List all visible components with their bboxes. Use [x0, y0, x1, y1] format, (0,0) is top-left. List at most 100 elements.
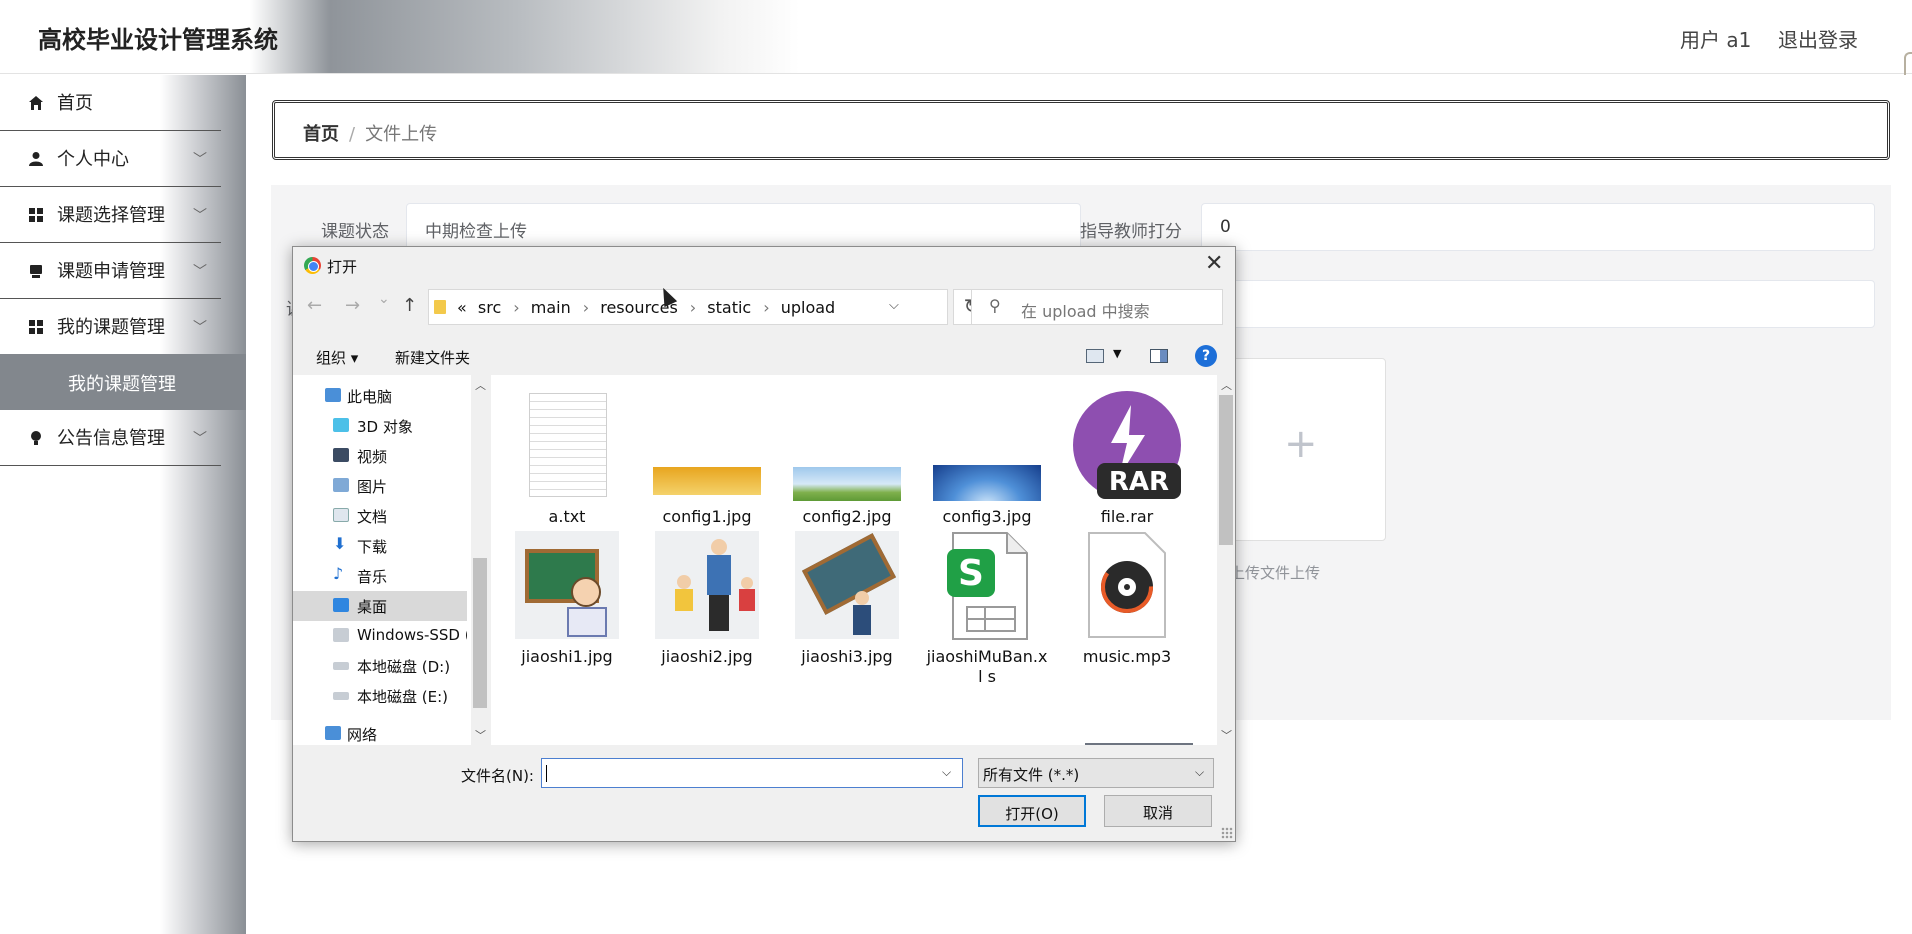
file-item[interactable]: config1.jpg — [637, 383, 777, 526]
file-item[interactable]: music.mp3 — [1057, 531, 1197, 671]
image-thumbnail — [933, 465, 1041, 501]
breadcrumb-current: 文件上传 — [365, 124, 438, 145]
tree-item-label: 音乐 — [357, 568, 388, 586]
file-list: a.txt config1.jpg config2.jpg config3.jp… — [491, 375, 1217, 745]
sidebar-item-topic-selection[interactable]: 课题选择管理 ﹀ — [0, 187, 221, 243]
upload-box[interactable]: + — [1216, 358, 1386, 541]
dialog-toolbar: 组织 ▾ 新建文件夹 ▼ ? — [293, 337, 1235, 375]
svg-text:S: S — [958, 553, 984, 594]
grid-icon — [29, 208, 43, 222]
row2-field[interactable] — [1201, 280, 1875, 328]
tree-item-music[interactable]: ♪ 音乐 — [293, 561, 467, 591]
view-icon[interactable] — [1086, 349, 1104, 363]
up-arrow-icon[interactable]: ↑ — [402, 295, 417, 316]
file-item[interactable]: jiaoshi1.jpg — [497, 531, 637, 671]
file-item[interactable]: jiaoshi3.jpg — [777, 531, 917, 671]
filename-input[interactable]: ⌵ — [541, 758, 963, 788]
file-name: a.txt — [548, 507, 586, 526]
image-thumbnail — [653, 467, 761, 495]
path-segment[interactable]: src — [478, 298, 501, 317]
back-arrow-icon[interactable]: ← — [307, 295, 322, 316]
drive-icon — [333, 692, 349, 700]
close-icon[interactable]: ✕ — [1205, 251, 1223, 276]
tree-item-this-pc[interactable]: 此电脑 — [293, 381, 467, 411]
tree-item-disk-e[interactable]: 本地磁盘 (E:) — [293, 681, 467, 711]
chevron-right-icon: › — [763, 298, 770, 317]
sidebar-item-profile[interactable]: 个人中心 ﹀ — [0, 131, 221, 187]
tree-item-windows-ssd[interactable]: Windows-SSD ( — [293, 621, 467, 651]
image-thumbnail — [655, 531, 759, 639]
file-list-scrollbar[interactable]: ︿ ﹀ — [1217, 375, 1235, 745]
chevron-down-icon: ﹀ — [193, 264, 207, 280]
address-bar[interactable]: « src › main › resources › static › upload ⌵ — [428, 289, 948, 325]
open-button[interactable]: 打开(O) — [978, 795, 1086, 827]
file-name: file.rar — [1100, 507, 1154, 526]
cube-icon — [333, 418, 349, 432]
sidebar-item-label: 首页 — [57, 93, 93, 114]
sidebar-item-topic-application[interactable]: 课题申请管理 ﹀ — [0, 243, 221, 299]
inbox-icon — [30, 265, 42, 278]
path-segment[interactable]: upload — [781, 298, 836, 317]
sidebar-item-label: 我的课题管理 — [57, 317, 165, 338]
music-icon: ♪ — [333, 564, 344, 583]
tree-item-videos[interactable]: 视频 — [293, 441, 467, 471]
tree-item-network[interactable]: 网络 — [293, 719, 467, 745]
path-overflow[interactable]: « — [457, 298, 467, 317]
path-segment[interactable]: main — [531, 298, 571, 317]
audio-file-icon — [1088, 532, 1166, 638]
search-input[interactable]: 在 upload 中搜索 — [971, 289, 1223, 325]
tree-item-documents[interactable]: 文档 — [293, 501, 467, 531]
sidebar-item-my-topics[interactable]: 我的课题管理 ﹀ — [0, 299, 221, 355]
chevron-down-icon: ﹀ — [193, 152, 207, 168]
scroll-up-icon[interactable]: ︿ — [475, 377, 486, 393]
tree-item-pictures[interactable]: 图片 — [293, 471, 467, 501]
dialog-title: 打开 — [327, 258, 358, 276]
sidebar-item-label: 课题选择管理 — [57, 205, 165, 226]
score-field[interactable]: 0 — [1201, 203, 1875, 251]
resize-grip[interactable] — [1221, 827, 1233, 839]
recent-locations-icon[interactable]: ⌄ — [378, 291, 390, 307]
scroll-up-icon[interactable]: ︿ — [1221, 377, 1232, 393]
path-segment[interactable]: static — [707, 298, 751, 317]
sidebar-item-label: 公告信息管理 — [57, 428, 165, 449]
tree-scrollbar[interactable]: ︿ ﹀ — [471, 375, 489, 745]
preview-pane-icon[interactable] — [1150, 349, 1168, 363]
tree-item-desktop[interactable]: 桌面 — [293, 591, 467, 621]
tree-item-label: 下载 — [357, 538, 388, 556]
file-item[interactable]: config3.jpg — [917, 383, 1057, 526]
scroll-down-icon[interactable]: ﹀ — [475, 727, 486, 743]
chevron-down-icon[interactable]: ⌵ — [942, 765, 951, 780]
view-dropdown-icon[interactable]: ▼ — [1113, 347, 1121, 360]
download-icon: ⬇ — [333, 534, 347, 553]
file-item[interactable]: a.txt — [497, 383, 637, 526]
help-icon[interactable]: ? — [1195, 345, 1217, 367]
cancel-button[interactable]: 取消 — [1104, 795, 1212, 827]
filetype-select[interactable]: 所有文件 (*.*) ⌵ — [978, 758, 1214, 788]
sidebar-item-home[interactable]: 首页 — [0, 75, 221, 131]
organize-menu[interactable]: 组织 ▾ — [316, 347, 358, 368]
top-bar: 高校毕业设计管理系统 用户 a1 退出登录 — [0, 0, 1912, 74]
logout-link[interactable]: 退出登录 — [1778, 24, 1858, 53]
file-item[interactable]: S jiaoshiMuBan.xl s — [917, 531, 1057, 686]
sidebar-item-label: 课题申请管理 — [57, 261, 165, 282]
tree-item-label: 3D 对象 — [357, 418, 413, 436]
status-field[interactable]: 中期检查上传 — [406, 203, 1081, 251]
file-item[interactable]: config2.jpg — [777, 383, 917, 526]
sidebar-subitem-my-topics[interactable]: 我的课题管理 — [0, 354, 246, 410]
sidebar-item-announcements[interactable]: 公告信息管理 ﹀ — [0, 410, 221, 466]
tree-item-disk-d[interactable]: 本地磁盘 (D:) — [293, 651, 467, 681]
scrollbar-thumb[interactable] — [473, 558, 487, 708]
tree-item-3d-objects[interactable]: 3D 对象 — [293, 411, 467, 441]
document-icon — [333, 508, 349, 522]
file-item[interactable]: RAR file.rar — [1057, 383, 1197, 526]
chrome-icon — [304, 257, 321, 274]
chevron-right-icon: › — [689, 298, 697, 317]
scrollbar-thumb[interactable] — [1219, 395, 1233, 545]
new-folder-button[interactable]: 新建文件夹 — [395, 347, 470, 368]
file-item[interactable]: jiaoshi2.jpg — [637, 531, 777, 671]
tree-item-downloads[interactable]: ⬇ 下载 — [293, 531, 467, 561]
chevron-down-icon[interactable]: ⌵ — [889, 298, 899, 313]
scroll-down-icon[interactable]: ﹀ — [1221, 727, 1232, 743]
forward-arrow-icon[interactable]: → — [345, 295, 360, 316]
breadcrumb-home[interactable]: 首页 — [303, 124, 339, 145]
